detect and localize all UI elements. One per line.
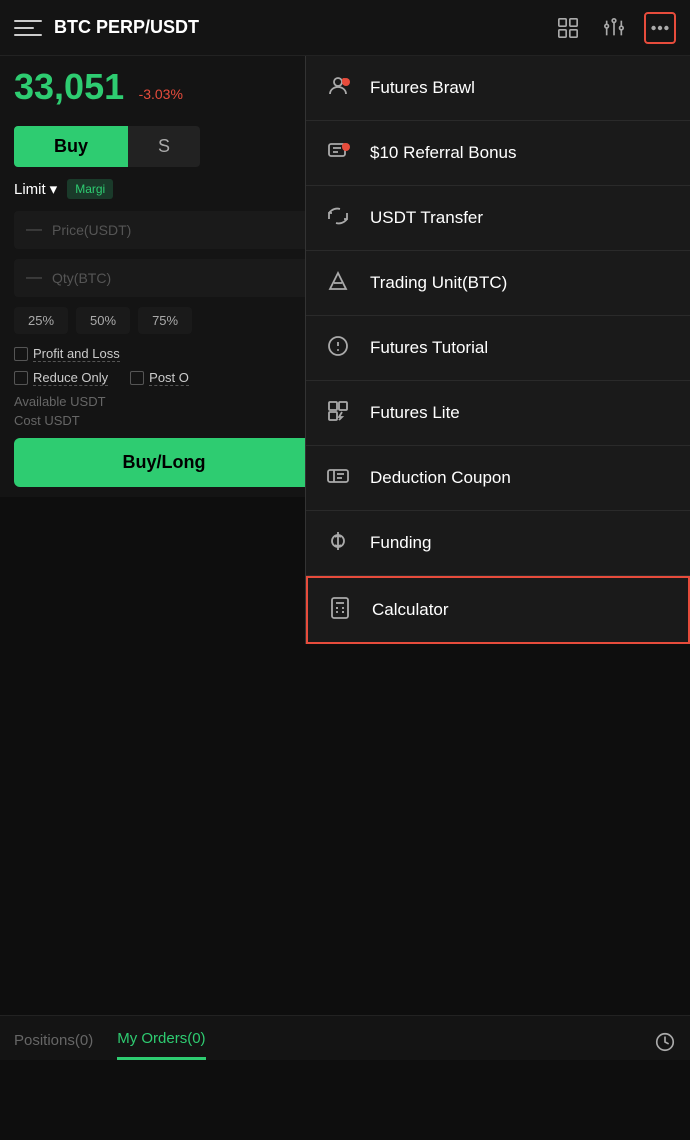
pk-icon: [326, 74, 354, 102]
limit-select[interactable]: Limit ▾: [14, 180, 57, 198]
dropdown-item-trading-unit[interactable]: Trading Unit(BTC): [306, 251, 690, 316]
header: BTC PERP/USDT: [0, 0, 690, 56]
price-value: 33,051: [14, 66, 124, 107]
profit-loss-checkbox[interactable]: Profit and Loss: [14, 346, 120, 362]
header-icons: [552, 12, 676, 44]
dropdown-menu: Futures Brawl $10 Referral Bonus USDT Tran…: [305, 56, 690, 644]
dropdown-label-deduction-coupon: Deduction Coupon: [370, 468, 511, 488]
menu-icon[interactable]: [14, 14, 42, 42]
price-dash: —: [26, 221, 42, 239]
futures-lite-icon: [326, 399, 354, 427]
dropdown-label-trading-unit: Trading Unit(BTC): [370, 273, 507, 293]
percent-75-button[interactable]: 75%: [138, 307, 192, 334]
reduce-only-checkbox[interactable]: Reduce Only: [14, 370, 108, 386]
chart-icon[interactable]: [552, 12, 584, 44]
dropdown-label-usdt-transfer: USDT Transfer: [370, 208, 483, 228]
transfer-icon: [326, 204, 354, 232]
dropdown-item-futures-brawl[interactable]: Futures Brawl: [306, 56, 690, 121]
qty-dash: —: [26, 269, 42, 287]
dropdown-item-usdt-transfer[interactable]: USDT Transfer: [306, 186, 690, 251]
sell-tab[interactable]: S: [128, 126, 200, 167]
more-icon[interactable]: [644, 12, 676, 44]
buy-long-button[interactable]: Buy/Long: [14, 438, 314, 487]
limit-label: Limit: [14, 181, 46, 198]
orders-tab[interactable]: My Orders(0): [117, 1030, 205, 1060]
header-title: BTC PERP/USDT: [54, 17, 552, 38]
post-only-checkbox[interactable]: Post O: [130, 370, 189, 386]
profit-loss-checkbox-box: [14, 347, 28, 361]
coupon-icon: [326, 464, 354, 492]
margin-badge[interactable]: Margi: [67, 179, 113, 199]
price-change: -3.03%: [139, 86, 183, 102]
trading-unit-icon: [326, 269, 354, 297]
dropdown-item-funding[interactable]: Funding: [306, 511, 690, 576]
dropdown-item-deduction-coupon[interactable]: Deduction Coupon: [306, 446, 690, 511]
referral-icon: [326, 139, 354, 167]
buy-tab[interactable]: Buy: [14, 126, 128, 167]
percent-50-button[interactable]: 50%: [76, 307, 130, 334]
bottom-tabs: Positions(0) My Orders(0): [0, 1015, 690, 1060]
post-only-label: Post O: [149, 370, 189, 386]
dropdown-item-referral-bonus[interactable]: $10 Referral Bonus: [306, 121, 690, 186]
price-input-placeholder[interactable]: Price(USDT): [52, 222, 131, 238]
tutorial-icon: [326, 334, 354, 362]
history-icon[interactable]: [654, 1031, 676, 1059]
positions-tab[interactable]: Positions(0): [14, 1032, 93, 1059]
dropdown-item-futures-lite[interactable]: Futures Lite: [306, 381, 690, 446]
post-only-checkbox-box: [130, 371, 144, 385]
dropdown-label-futures-brawl: Futures Brawl: [370, 78, 475, 98]
dropdown-label-futures-lite: Futures Lite: [370, 403, 460, 423]
dropdown-item-calculator[interactable]: Calculator: [306, 576, 690, 644]
reduce-only-label: Reduce Only: [33, 370, 108, 386]
funding-icon: [326, 529, 354, 557]
dropdown-label-futures-tutorial: Futures Tutorial: [370, 338, 488, 358]
indicators-icon[interactable]: [598, 12, 630, 44]
dropdown-label-referral-bonus: $10 Referral Bonus: [370, 143, 516, 163]
dropdown-label-funding: Funding: [370, 533, 431, 553]
dropdown-item-futures-tutorial[interactable]: Futures Tutorial: [306, 316, 690, 381]
calculator-icon: [328, 596, 356, 624]
percent-25-button[interactable]: 25%: [14, 307, 68, 334]
chevron-down-icon: ▾: [50, 180, 58, 198]
dropdown-label-calculator: Calculator: [372, 600, 449, 620]
profit-loss-label: Profit and Loss: [33, 346, 120, 362]
reduce-only-checkbox-box: [14, 371, 28, 385]
qty-input-placeholder[interactable]: Qty(BTC): [52, 270, 111, 286]
